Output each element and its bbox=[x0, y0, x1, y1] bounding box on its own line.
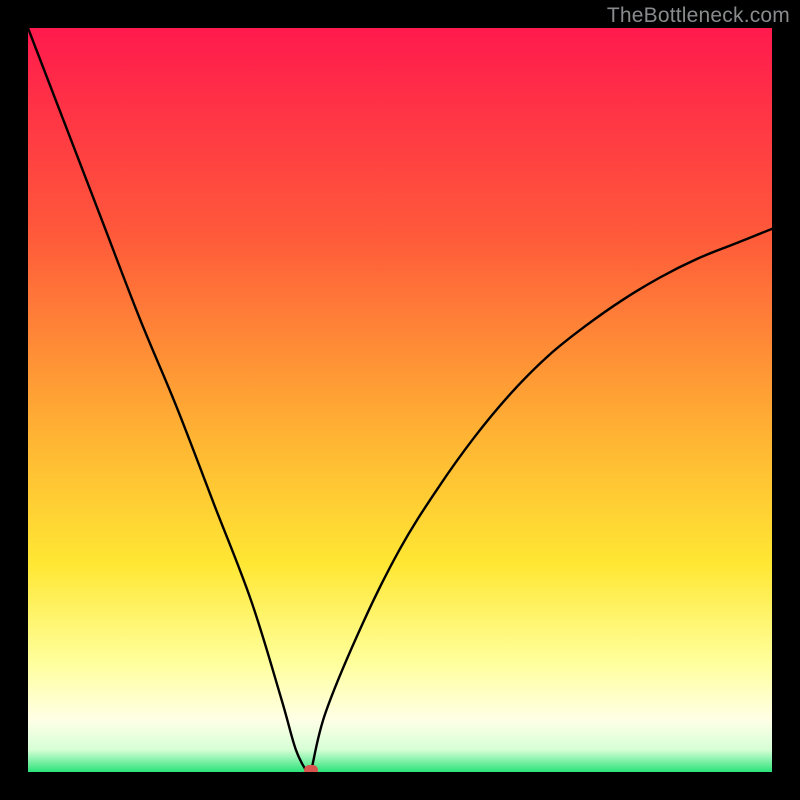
bottleneck-curve bbox=[28, 28, 772, 772]
chart-frame: TheBottleneck.com bbox=[0, 0, 800, 800]
watermark-label: TheBottleneck.com bbox=[607, 4, 790, 28]
valley-marker bbox=[304, 765, 318, 772]
plot-area bbox=[28, 28, 772, 772]
